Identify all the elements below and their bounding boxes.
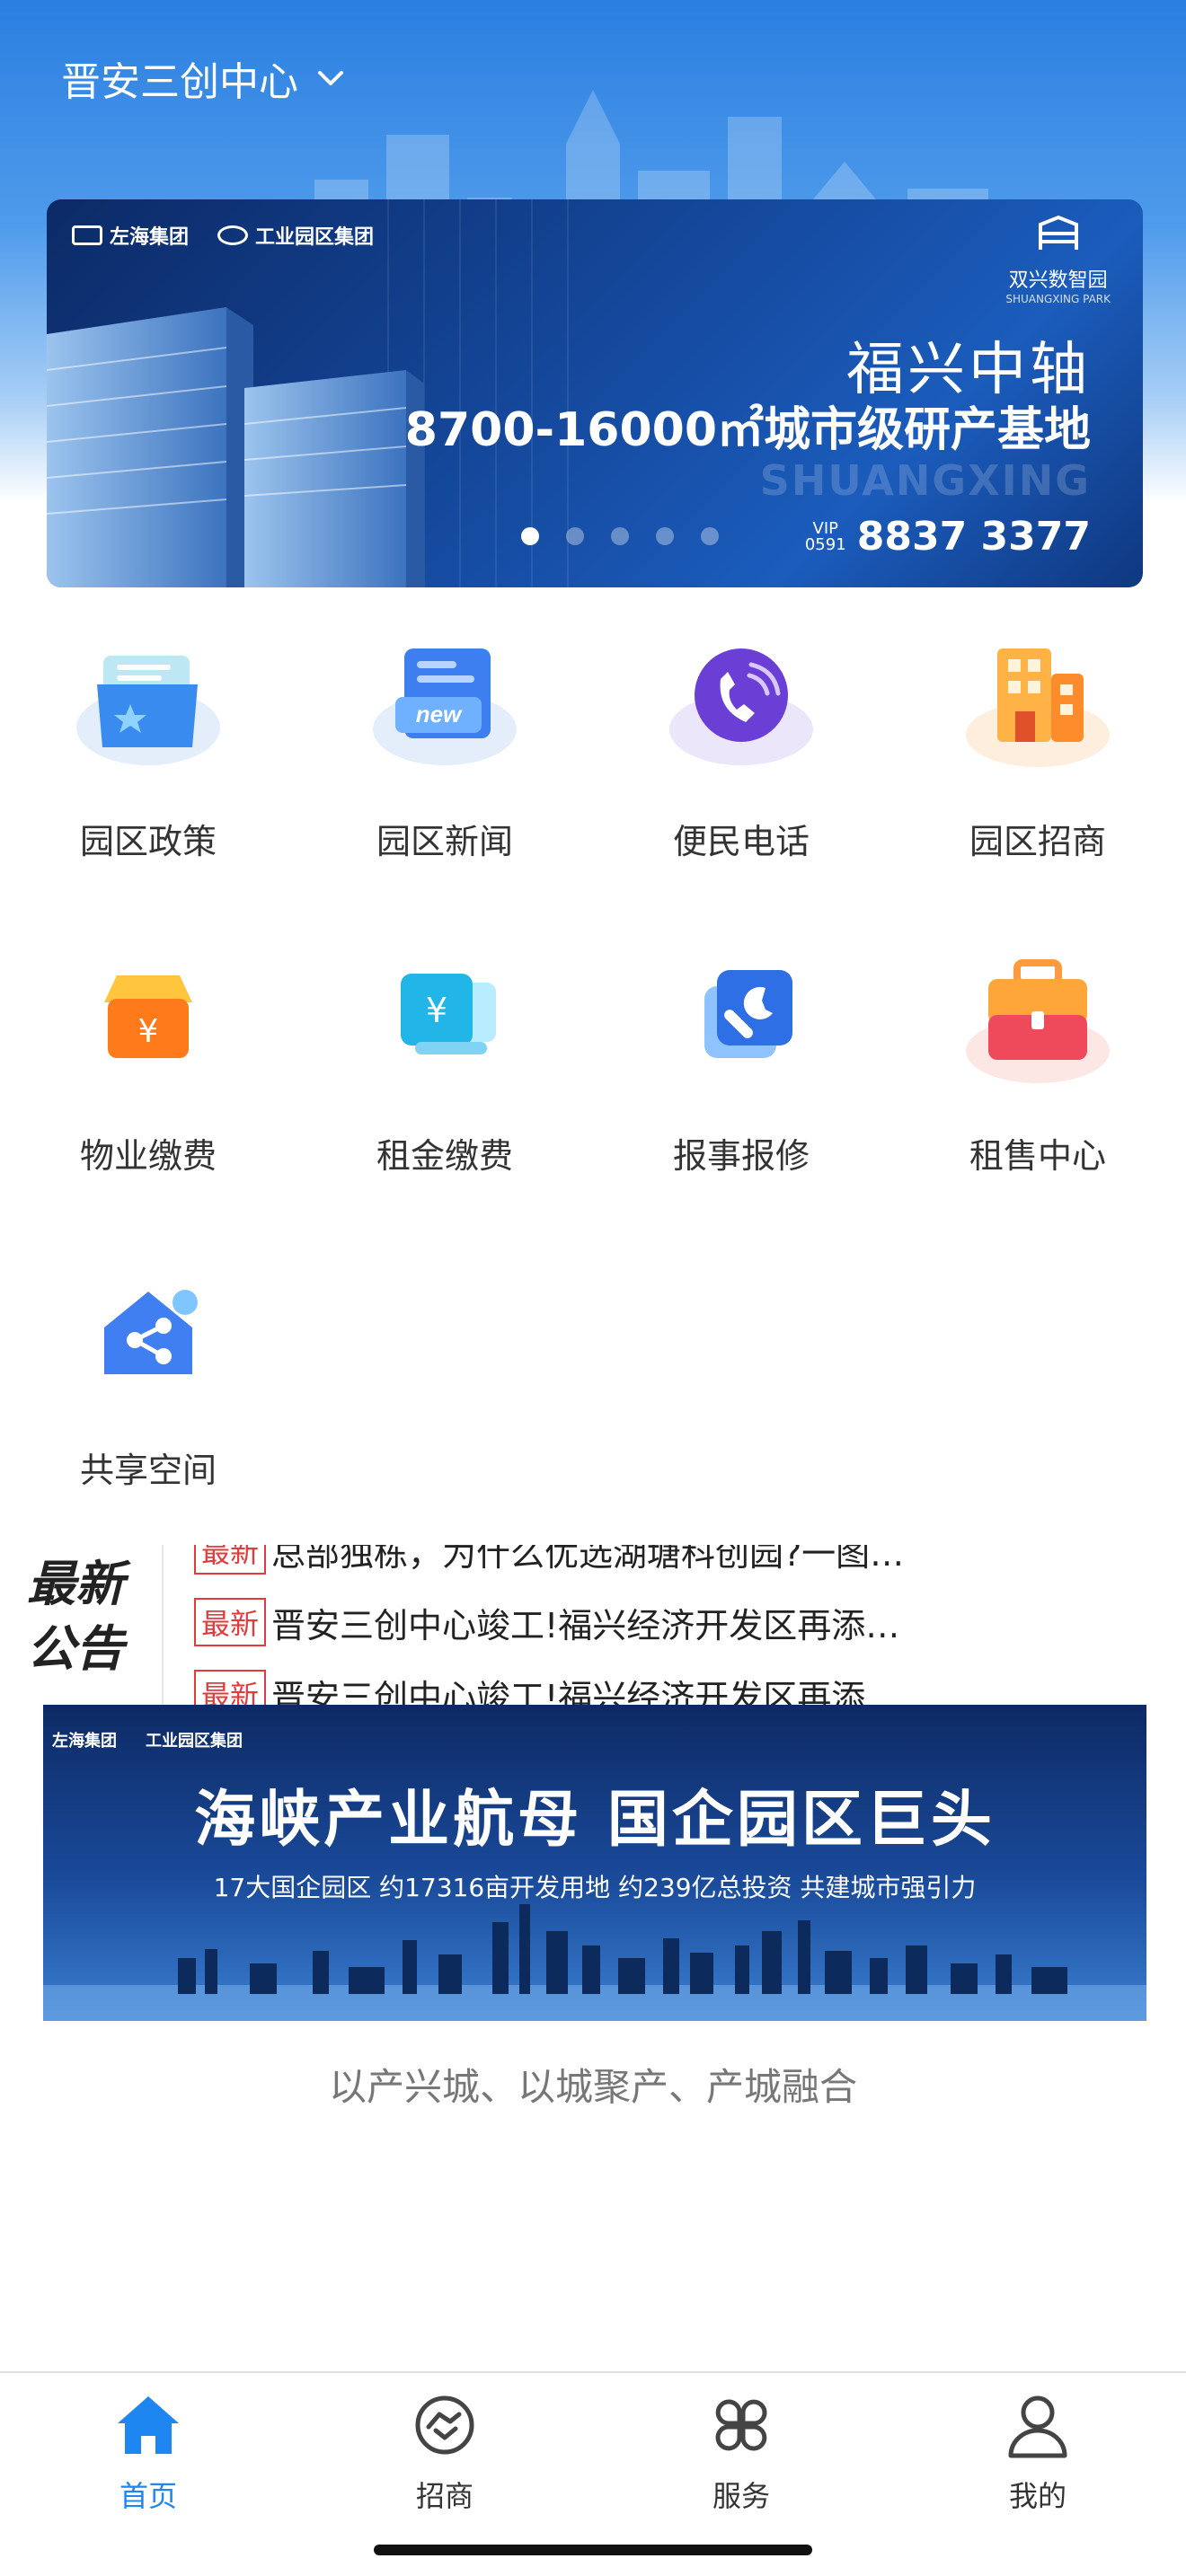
tab-profile[interactable]: 我的 — [890, 2389, 1186, 2515]
home-icon — [118, 2396, 179, 2454]
grid-item-label: 园区政策 — [79, 822, 217, 861]
grid-item-phone[interactable]: 便民电话 — [593, 629, 890, 880]
grid-item-repair[interactable]: 报事报修 — [593, 943, 890, 1195]
announcement-text: 晋安三创中心竣工!福兴经济开发区再添… — [271, 1677, 900, 1706]
carousel-dot[interactable] — [521, 527, 539, 545]
tab-investment[interactable]: 招商 — [296, 2389, 593, 2515]
brand-logo-icon — [1038, 215, 1078, 250]
grid-item-label: 共享空间 — [79, 1451, 217, 1490]
tagline: 以产兴城、以城聚产、产城融合 — [328, 2065, 857, 2109]
carousel-dots — [47, 527, 1143, 545]
grid-item-label: 园区招商 — [969, 822, 1106, 861]
announcement-ticker[interactable]: 最新 公告 最新 总部独栋，为什么优选湖塘科创园?一图… 最新 晋安三创中心竣工… — [27, 1545, 1159, 1705]
grid-item-policy[interactable]: 园区政策 — [0, 629, 296, 880]
industrial-park-logo: 工业园区集团 — [217, 221, 374, 250]
handshake-icon — [415, 2395, 474, 2455]
grid-item-news[interactable]: new 园区新闻 — [296, 629, 593, 880]
tab-label: 首页 — [119, 2479, 177, 2513]
services-grid-icon — [715, 2399, 767, 2451]
grid-item-rent-fee[interactable]: ¥ 租金缴费 — [296, 943, 593, 1195]
banner2-logos: 左海集团 工业园区集团 — [52, 1728, 243, 1751]
zuohai-logo: 左海集团 — [72, 221, 189, 250]
share-icon — [104, 1290, 198, 1374]
svg-text:¥: ¥ — [138, 1013, 159, 1050]
industrial-park-logo-text: 工业园区集团 — [146, 1732, 243, 1751]
zuohai-logo-text: 左海集团 — [110, 226, 190, 249]
new-tag: 最新 — [194, 1545, 267, 1575]
phone-icon — [669, 648, 813, 765]
carousel-dot[interactable] — [566, 527, 584, 545]
policy-folder-icon — [76, 656, 220, 765]
city-name: 晋安三创中心 — [61, 59, 298, 105]
badge-line-1: 最新 — [27, 1556, 124, 1612]
industrial-park-logo-text: 工业园区集团 — [255, 226, 375, 249]
tab-services[interactable]: 服务 — [593, 2389, 890, 2515]
grid-item-rental-center[interactable]: 租售中心 — [890, 943, 1186, 1195]
announcement-list: 最新 总部独栋，为什么优选湖塘科创园?一图… 最新 晋安三创中心竣工!福兴经济开… — [194, 1545, 1155, 1705]
briefcase-icon — [966, 959, 1110, 1083]
banner-logos: 左海集团 工业园区集团 — [72, 221, 374, 250]
grid-item-property-fee[interactable]: ¥ 物业缴费 — [0, 943, 296, 1195]
zuohai-logo-icon — [72, 225, 102, 245]
announcement-text: 总部独栋，为什么优选湖塘科创园?一图… — [271, 1545, 905, 1574]
grid-item-label: 租金缴费 — [376, 1136, 513, 1176]
list-item[interactable]: 最新 晋安三创中心竣工!福兴经济开发区再添… — [194, 1658, 1155, 1705]
grid-item-shared-space[interactable]: 共享空间 — [0, 1257, 296, 1509]
carousel-dot[interactable] — [701, 527, 719, 545]
carousel-dot[interactable] — [611, 527, 629, 545]
banner2-title: 海峡产业航母 国企园区巨头 — [194, 1785, 996, 1856]
svg-text:¥: ¥ — [426, 991, 447, 1030]
badge-line-2: 公告 — [27, 1620, 124, 1677]
tab-label: 我的 — [1008, 2479, 1067, 2513]
user-icon — [1008, 2395, 1067, 2458]
industrial-park-logo: 工业园区集团 — [146, 1728, 243, 1751]
zuohai-logo-text: 左海集团 — [52, 1732, 117, 1751]
grid-item-label: 物业缴费 — [79, 1136, 217, 1176]
grid-item-label: 报事报修 — [672, 1136, 810, 1176]
city-skyline-illustration — [43, 1904, 1146, 2021]
divider — [162, 1545, 164, 1705]
new-tag: 最新 — [194, 1670, 267, 1705]
repair-wrench-icon — [704, 970, 792, 1058]
tab-label: 招商 — [415, 2479, 474, 2513]
news-icon: new — [373, 648, 517, 765]
announcement-text: 晋安三创中心竣工!福兴经济开发区再添… — [271, 1605, 900, 1645]
svg-text:new: new — [416, 701, 463, 728]
industrial-park-logo-icon — [217, 225, 249, 245]
banner-watermark: SHUANGXING — [759, 456, 1091, 505]
list-item[interactable]: 最新 晋安三创中心竣工!福兴经济开发区再添… — [194, 1586, 1155, 1658]
secondary-banner[interactable]: 左海集团 工业园区集团 海峡产业航母 国企园区巨头 17大国企园区 约17316… — [43, 1705, 1146, 2021]
brand-name-en: SHUANGXING PARK — [1005, 293, 1111, 305]
city-selector[interactable]: 晋安三创中心 — [61, 47, 349, 110]
tab-home[interactable]: 首页 — [0, 2389, 296, 2515]
promo-banner[interactable]: 左海集团 工业园区集团 双兴数智园 SHUANGXING PARK 福兴中轴 8… — [47, 199, 1143, 587]
grid-item-investment[interactable]: 园区招商 — [890, 629, 1186, 880]
home-indicator[interactable] — [374, 2545, 812, 2555]
grid-item-label: 园区新闻 — [376, 822, 513, 861]
new-tag: 最新 — [194, 1598, 267, 1646]
chevron-down-icon — [318, 71, 343, 85]
grid-item-label: 租售中心 — [969, 1136, 1106, 1176]
property-fee-icon: ¥ — [104, 975, 192, 1058]
building-icon — [966, 648, 1110, 767]
list-item[interactable]: 最新 总部独栋，为什么优选湖塘科创园?一图… — [194, 1545, 1155, 1586]
carousel-dot[interactable] — [656, 527, 674, 545]
rent-fee-icon: ¥ — [401, 974, 496, 1054]
brand-name: 双兴数智园 — [1008, 269, 1108, 292]
banner-brand: 双兴数智园 SHUANGXING PARK — [1005, 214, 1111, 305]
grid-item-label: 便民电话 — [672, 822, 810, 861]
banner-subtitle: 8700-16000㎡城市级研产基地 — [404, 403, 1091, 457]
tab-label: 服务 — [712, 2479, 770, 2513]
announcement-badge: 最新 公告 — [27, 1552, 144, 1696]
zuohai-logo: 左海集团 — [52, 1728, 117, 1751]
